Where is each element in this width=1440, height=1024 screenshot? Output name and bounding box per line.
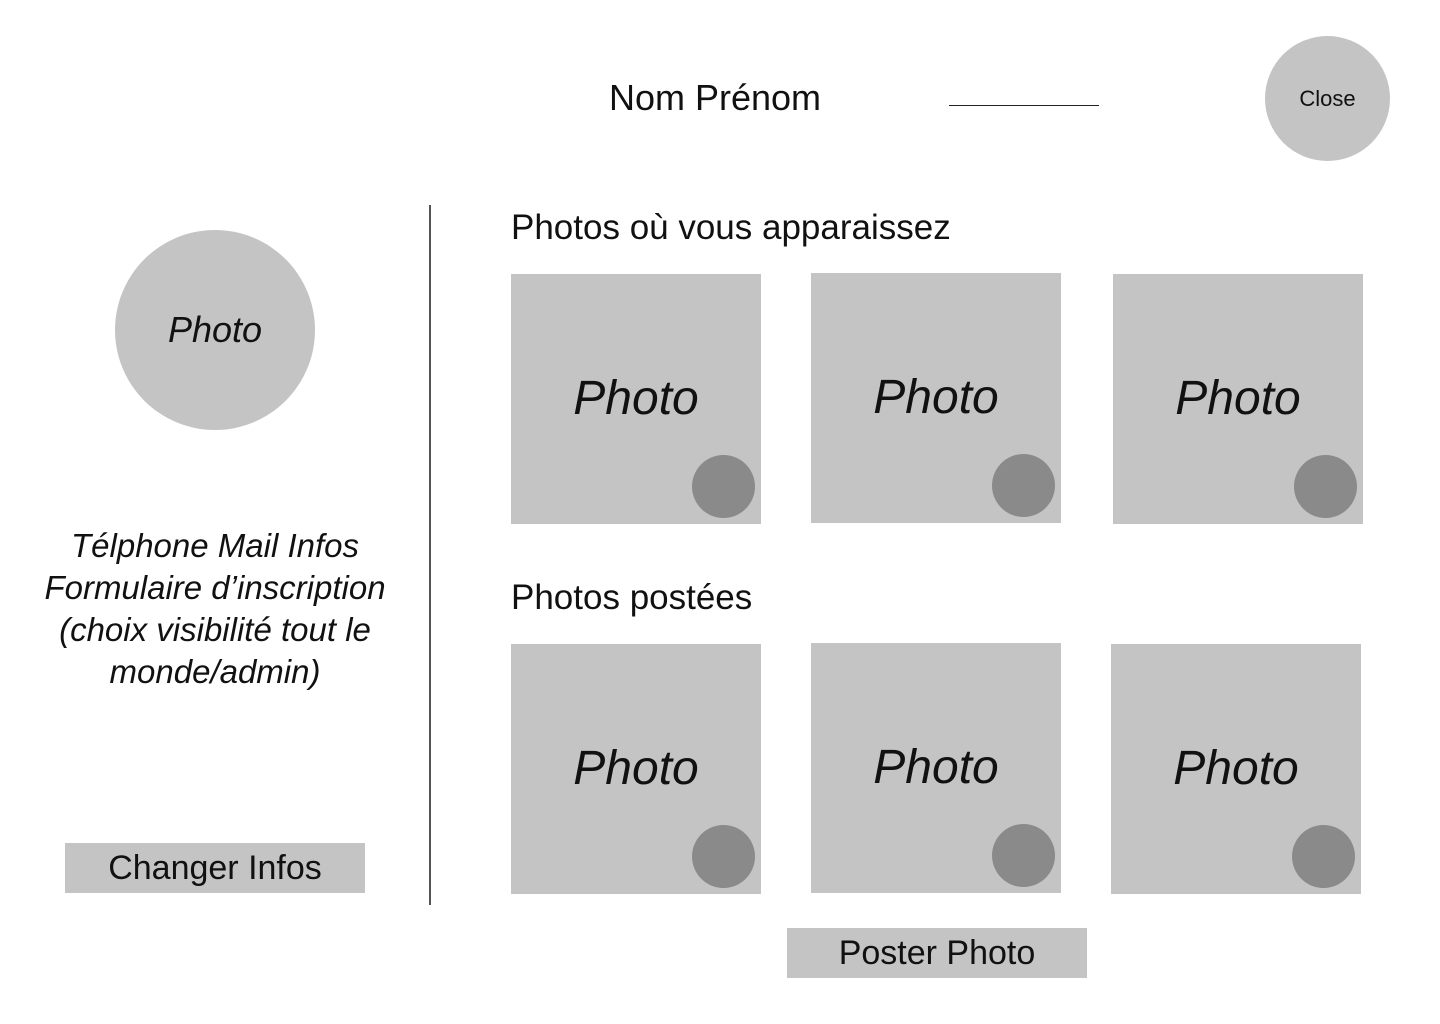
column-divider	[429, 205, 431, 905]
photo-label: Photo	[1173, 742, 1299, 795]
posted-photo-tile[interactable]: Photo	[811, 643, 1061, 893]
tagged-photo-tile[interactable]: Photo	[811, 273, 1061, 523]
photo-action-dot[interactable]	[692, 825, 755, 888]
photo-action-dot[interactable]	[1292, 825, 1355, 888]
close-button[interactable]: Close	[1265, 36, 1390, 161]
post-photo-button[interactable]: Poster Photo	[787, 928, 1087, 978]
user-info-text: Télphone Mail Infos Formulaire d’inscrip…	[44, 527, 386, 690]
photo-label: Photo	[1175, 372, 1301, 425]
profile-photo: Photo	[115, 230, 315, 430]
posted-photo-tile[interactable]: Photo	[511, 644, 761, 894]
photo-label: Photo	[873, 371, 999, 424]
photo-label: Photo	[573, 372, 699, 425]
photo-label: Photo	[873, 741, 999, 794]
photo-action-dot[interactable]	[692, 455, 755, 518]
posted-photo-tile[interactable]: Photo	[1111, 644, 1361, 894]
header-underline	[949, 105, 1099, 106]
tagged-photo-tile[interactable]: Photo	[511, 274, 761, 524]
tagged-photo-tile[interactable]: Photo	[1113, 274, 1363, 524]
tagged-photos-title: Photos où vous apparaissez	[511, 208, 951, 247]
photo-action-dot[interactable]	[1294, 455, 1357, 518]
change-info-button[interactable]: Changer Infos	[65, 843, 365, 893]
photo-action-dot[interactable]	[992, 454, 1055, 517]
photo-action-dot[interactable]	[992, 824, 1055, 887]
user-name-title: Nom Prénom	[608, 77, 822, 118]
photo-label: Photo	[573, 742, 699, 795]
posted-photos-title: Photos postées	[511, 578, 753, 617]
